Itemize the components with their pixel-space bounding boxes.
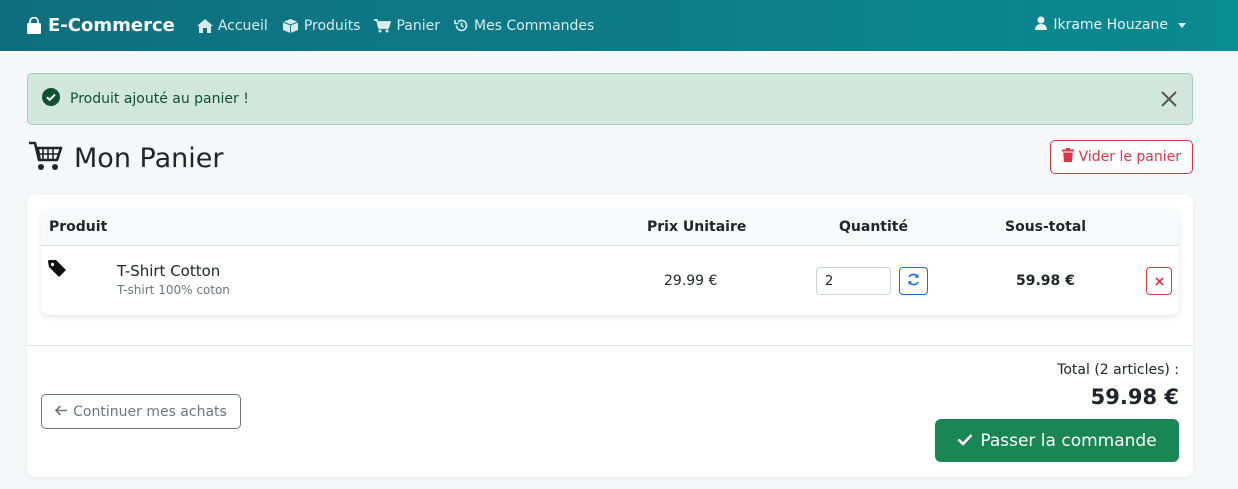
check-icon [957,431,973,451]
total-label: Total (2 articles) : [1057,362,1179,378]
unit-price: 29.99 € [664,273,718,289]
remove-item-button[interactable] [1146,267,1172,295]
box-icon [282,18,299,33]
tag-icon [48,260,67,281]
row-subtotal: 59.98 € [1016,273,1075,289]
cart-icon [374,18,392,33]
brand-label: E-Commerce [48,15,175,36]
place-order-button[interactable]: Passer la commande [935,419,1179,462]
cart-table: Produit Prix Unitaire Quantité Sous-tota… [41,209,1179,315]
update-quantity-button[interactable] [899,267,928,295]
shopping-bag-icon [26,16,42,35]
header-produit: Produit [49,219,108,235]
continue-shopping-button[interactable]: Continuer mes achats [41,394,241,429]
product-description: T-shirt 100% coton [117,283,230,297]
header-sous-total: Sous-total [1005,219,1087,235]
table-header: Produit Prix Unitaire Quantité Sous-tota… [41,209,1179,246]
chevron-down-icon [1178,22,1186,28]
nav-label: Panier [396,17,441,34]
header-prix-unitaire: Prix Unitaire [647,219,747,235]
place-order-label: Passer la commande [980,430,1157,451]
total-value: 59.98 € [1090,385,1179,409]
clear-cart-label: Vider le panier [1078,149,1181,165]
quantity-input[interactable] [816,267,891,295]
nav-label: Accueil [217,17,268,34]
check-circle-icon [42,88,60,110]
home-icon [196,18,213,33]
user-name: Ikrame Houzane [1053,17,1168,33]
nav-item-accueil[interactable]: Accueil [196,17,268,34]
cart-footer: Continuer mes achats Total (2 articles) … [27,345,1193,477]
navbar: E-Commerce Accueil Produits Panier Mes C… [0,0,1238,51]
trash-icon [1061,148,1074,166]
table-row: T-Shirt Cotton T-shirt 100% coton 29.99 … [41,247,1179,315]
refresh-icon [907,273,920,289]
close-icon[interactable] [1160,90,1178,108]
nav-item-produits[interactable]: Produits [282,17,361,34]
brand[interactable]: E-Commerce [26,15,175,36]
history-icon [454,18,469,33]
alert-message: Produit ajouté au panier ! [70,91,249,107]
close-icon [1154,274,1164,289]
success-alert: Produit ajouté au panier ! [27,73,1193,125]
nav-item-mes-commandes[interactable]: Mes Commandes [454,18,594,34]
nav-item-panier[interactable]: Panier [374,18,440,34]
product-name: T-Shirt Cotton [117,262,221,280]
user-icon [1035,16,1048,34]
shopping-cart-icon [28,140,64,176]
page-title: Mon Panier [74,142,224,174]
cart-card: Produit Prix Unitaire Quantité Sous-tota… [27,195,1193,477]
header-quantite: Quantité [839,219,908,235]
continue-shopping-label: Continuer mes achats [73,403,227,420]
nav-label: Produits [303,17,361,34]
page-header: Mon Panier [28,140,223,176]
clear-cart-button[interactable]: Vider le panier [1049,140,1193,174]
arrow-left-icon [55,404,68,420]
user-menu[interactable]: Ikrame Houzane [1035,16,1186,34]
nav-label: Mes Commandes [474,17,595,34]
